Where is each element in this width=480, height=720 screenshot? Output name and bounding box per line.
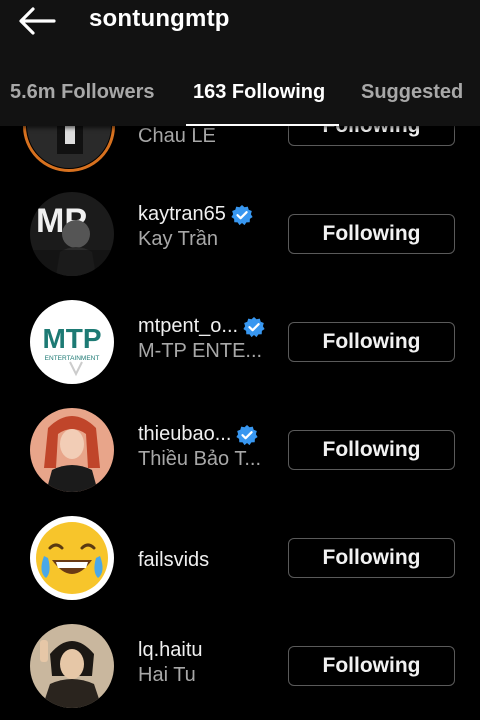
profile-username: sontungmtp (89, 5, 230, 32)
mtp-logo-text: MTP (42, 323, 101, 354)
following-button[interactable]: Following (288, 430, 455, 470)
list-item[interactable]: thieubao... Thiều Bảo T... Following (0, 396, 480, 504)
account-handle: mtpent_o... (138, 314, 265, 339)
handle-text: mtpent_o... (138, 315, 239, 337)
avatar[interactable]: MP (30, 192, 114, 276)
back-button[interactable] (10, 0, 62, 40)
arrow-left-icon (19, 7, 56, 35)
account-names: thieubao... Thiều Bảo T... (138, 422, 261, 472)
handle-text: kaytran65 (138, 203, 226, 225)
account-fullname: Thiều Bảo T... (138, 448, 262, 470)
tab-suggested[interactable]: Suggested (361, 78, 463, 106)
avatar[interactable]: MTP ENTERTAINMENT (30, 300, 114, 384)
avatar[interactable] (30, 408, 114, 492)
following-button[interactable]: Following (288, 322, 455, 362)
verified-badge-icon (231, 204, 253, 226)
account-names: kaytran65 Kay Trần (138, 202, 253, 252)
account-names: lq.haitu Hai Tu (138, 638, 203, 688)
avatar[interactable] (30, 624, 114, 708)
active-tab-indicator (186, 124, 339, 126)
account-names: failsvids (138, 548, 209, 573)
list-item[interactable]: MP kaytran65 Kay Trần Following (0, 180, 480, 288)
list-item[interactable]: lq.haitu Hai Tu Following (0, 612, 480, 720)
account-handle: kaytran65 (138, 202, 253, 227)
account-names: Chau LE (138, 124, 216, 149)
handle-text: thieubao... (138, 423, 232, 445)
avatar[interactable] (30, 516, 114, 600)
account-handle: lq.haitu (138, 638, 203, 663)
account-fullname: M-TP ENTE... (138, 340, 263, 362)
following-button[interactable]: Following (288, 214, 455, 254)
account-handle: failsvids (138, 548, 209, 573)
tab-following[interactable]: 163 Following (193, 78, 325, 106)
following-button[interactable]: Following (288, 646, 455, 686)
tab-bar: 5.6m Followers 163 Following Suggested (0, 70, 480, 126)
list-item[interactable]: failsvids Following (0, 504, 480, 612)
verified-badge-icon (243, 316, 265, 338)
verified-badge-icon (236, 424, 259, 446)
account-fullname: Kay Trần (138, 228, 219, 250)
account-fullname: Hai Tu (138, 664, 196, 686)
account-handle: thieubao... (138, 422, 261, 447)
account-names: mtpent_o... M-TP ENTE... (138, 314, 265, 364)
top-header: sontungmtp 5.6m Followers 163 Following … (0, 0, 480, 126)
list-item[interactable]: MTP ENTERTAINMENT mtpent_o... M-TP ENTE.… (0, 288, 480, 396)
following-button[interactable]: Following (288, 538, 455, 578)
tab-followers[interactable]: 5.6m Followers (10, 78, 155, 106)
mtp-logo-subtext: ENTERTAINMENT (45, 355, 100, 362)
account-fullname: Chau LE (138, 125, 216, 147)
handle-text: lq.haitu (138, 639, 203, 661)
handle-text: failsvids (138, 549, 210, 571)
